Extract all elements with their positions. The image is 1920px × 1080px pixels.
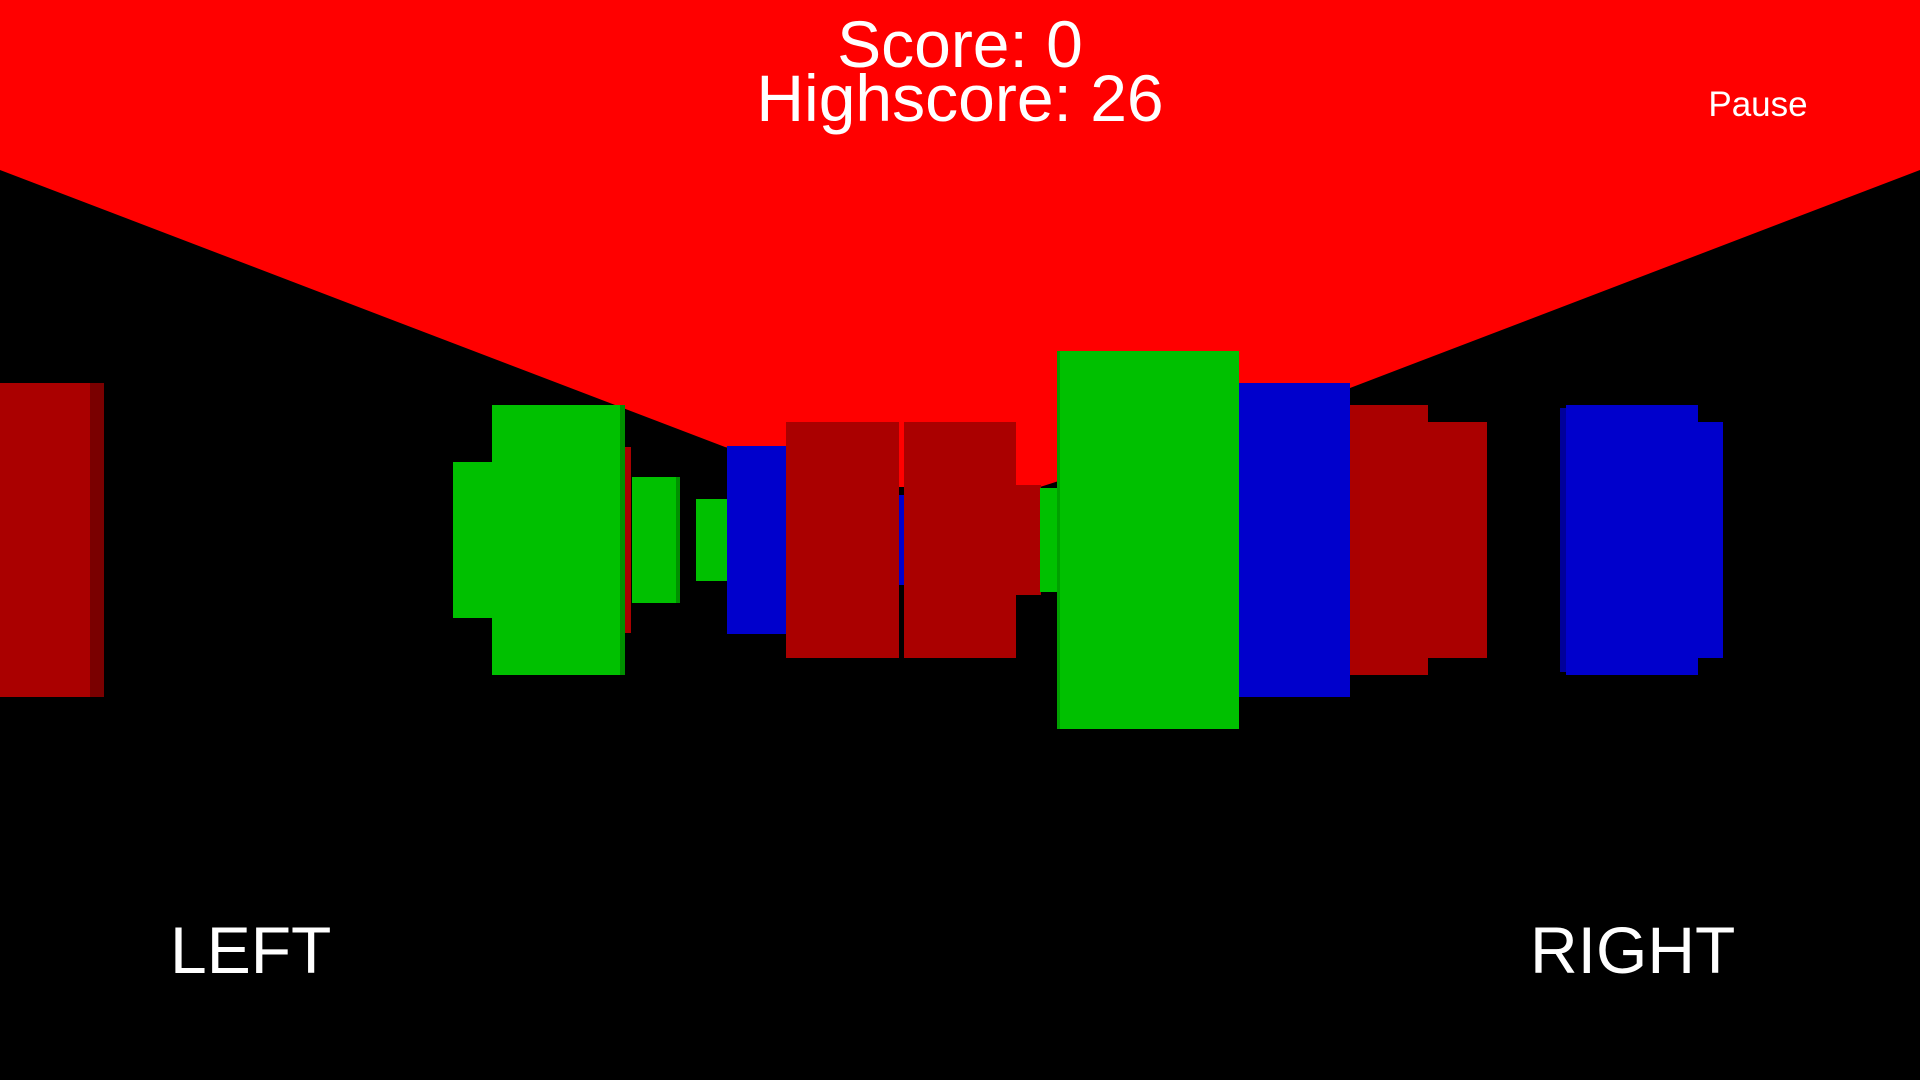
obstacle-block-green — [453, 462, 495, 618]
obstacle-block-green — [696, 499, 728, 581]
obstacle-block-red — [1350, 405, 1428, 675]
obstacle-block-green-side — [620, 405, 625, 675]
obstacle-block-red — [1428, 422, 1487, 658]
game-viewport[interactable]: Score: 0 Highscore: 26 Pause LEFT RIGHT — [0, 0, 1920, 1080]
obstacle-block-blue — [1697, 422, 1723, 658]
right-control-button[interactable]: RIGHT — [1530, 910, 1770, 990]
obstacle-block-red-side — [90, 383, 104, 697]
obstacle-block-green-side — [1057, 351, 1060, 729]
left-control-button[interactable]: LEFT — [170, 910, 410, 990]
obstacle-block-green — [1057, 351, 1239, 729]
obstacle-block-red — [625, 447, 631, 633]
obstacle-block-red — [786, 422, 899, 658]
obstacle-block-red — [0, 383, 90, 697]
pause-button[interactable]: Pause — [1700, 84, 1816, 126]
obstacle-block-green-side — [676, 477, 680, 603]
obstacle-block-green — [492, 405, 622, 675]
obstacle-block-green — [632, 477, 676, 603]
highscore-label: Highscore: 26 — [756, 61, 1164, 135]
obstacle-block-blue — [1566, 405, 1698, 675]
obstacle-block-red — [904, 422, 1016, 658]
obstacle-block-blue — [727, 446, 787, 634]
obstacle-block-green — [1040, 488, 1058, 592]
obstacle-block-blue — [1239, 383, 1350, 697]
obstacle-block-red — [1015, 485, 1041, 595]
